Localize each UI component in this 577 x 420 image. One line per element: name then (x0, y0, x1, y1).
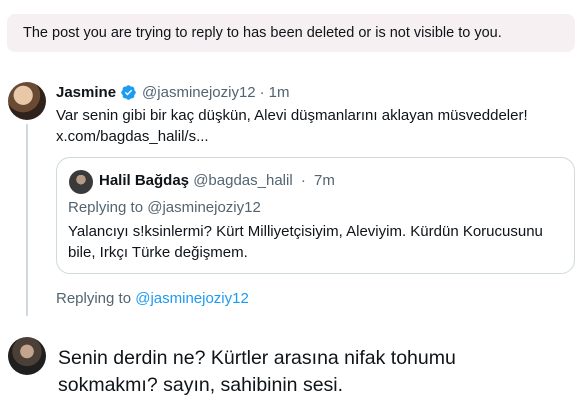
quoted-post-time: 7m (314, 172, 335, 189)
quoted-author-name: Halil Bağdaş (99, 172, 190, 189)
author-name[interactable]: Jasmine (56, 84, 116, 101)
quoted-post-card[interactable]: Halil Bağdaş @bagdas_halil · 7m Replying… (56, 157, 575, 274)
quoted-text-line: Yalancıyı s!ksinlermi? Kürt Milliyetçisi… (68, 223, 543, 240)
current-user-avatar[interactable] (8, 337, 46, 375)
compose-text-line: sokmakmı? sayın, sahibinin sesi. (58, 374, 344, 396)
quoted-author-handle: @bagdas_halil (193, 172, 293, 189)
replying-to-mention[interactable]: @jasminejoziy12 (135, 290, 249, 307)
deleted-post-notice: The post you are trying to reply to has … (7, 14, 575, 52)
quoted-text-line: bile, Irkçı Türke değişmem. (68, 244, 248, 261)
reply-compose-input[interactable]: Senin derdin ne? Kürtler arasına nifak t… (58, 345, 568, 399)
avatar[interactable] (8, 82, 46, 120)
verified-badge-icon (120, 84, 137, 101)
quoted-replying-to: Replying to @jasminejoziy12 (68, 199, 261, 216)
replying-to-prefix: Replying to (56, 290, 132, 307)
quoted-post-text: Yalancıyı s!ksinlermi? Kürt Milliyetçisi… (68, 221, 568, 263)
compose-text-line: Senin derdin ne? Kürtler arasına nifak t… (58, 347, 456, 369)
post-link[interactable]: x.com/bagdas_halil/s... (56, 126, 571, 147)
post-text: Var senin gibi bir kaç düşkün, Alevi düş… (56, 105, 571, 147)
thread-connector-line (26, 124, 28, 316)
quoted-post-header: Halil Bağdaş @bagdas_halil · 7m (99, 172, 335, 189)
author-handle[interactable]: @jasminejoziy12 (142, 84, 256, 101)
separator-dot: · (300, 172, 306, 189)
post-text-line: Var senin gibi bir kaç düşkün, Alevi düş… (56, 107, 528, 124)
notice-text: The post you are trying to reply to has … (23, 25, 502, 41)
post-header: Jasmine @jasminejoziy12 · 1m (56, 84, 290, 101)
post-time[interactable]: 1m (269, 84, 290, 101)
quoted-avatar (69, 170, 93, 194)
replying-to: Replying to @jasminejoziy12 (56, 290, 249, 307)
separator-dot: · (259, 84, 265, 101)
